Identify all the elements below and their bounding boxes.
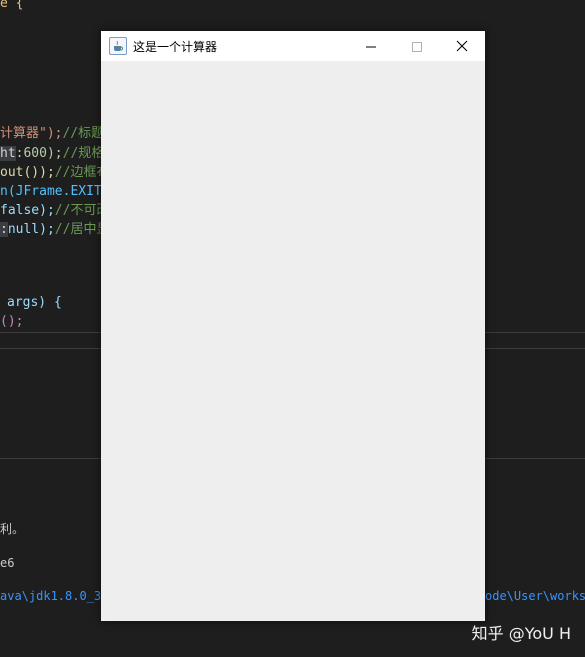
code-line: n(JFrame.EXIT_ <box>0 183 110 201</box>
terminal-path: ode\User\works <box>485 589 585 603</box>
minimize-icon <box>366 37 376 56</box>
code-text: out()); <box>0 165 55 180</box>
terminal-line: e6 <box>0 556 15 570</box>
minimize-button[interactable] <box>348 31 394 61</box>
code-line: (); <box>0 313 23 331</box>
code-text: n(JFrame.EXIT_ <box>0 184 110 199</box>
code-text: (); <box>0 314 24 329</box>
window-titlebar[interactable]: 这是一个计算器 <box>101 31 485 61</box>
code-comment: //规格 <box>62 146 105 161</box>
window-content-pane <box>101 61 485 621</box>
code-text: e { <box>0 0 24 11</box>
code-param-hint: : <box>0 222 8 237</box>
code-text: args) { <box>7 295 62 310</box>
code-line: :null);//居中显 <box>0 221 109 239</box>
code-line: 计算器");//标题 <box>0 125 104 143</box>
maximize-icon <box>412 37 422 56</box>
code-line: out());//边框布 <box>0 164 109 182</box>
code-number: :600); <box>15 146 63 161</box>
close-icon <box>456 37 468 56</box>
zhihu-watermark: 知乎 @YoU H <box>471 624 571 643</box>
window-title: 这是一个计算器 <box>133 39 218 54</box>
code-line: e { <box>0 0 23 13</box>
code-param-hint: ht <box>0 146 16 161</box>
close-button[interactable] <box>439 31 485 61</box>
terminal-line: 利。 <box>0 522 25 536</box>
code-text: false); <box>0 203 55 218</box>
code-text: null); <box>7 222 55 237</box>
code-string: 计算器"); <box>0 126 63 141</box>
code-comment: //标题 <box>62 126 105 141</box>
code-line: false);//不可改 <box>0 202 109 220</box>
code-line: args) { <box>7 294 62 312</box>
maximize-button[interactable] <box>394 31 440 61</box>
java-cup-icon <box>109 37 127 55</box>
code-line: ht:600);//规格 <box>0 145 104 163</box>
terminal-path: ava\jdk1.8.0_36 <box>0 589 109 603</box>
calculator-window[interactable]: 这是一个计算器 <box>101 31 485 621</box>
